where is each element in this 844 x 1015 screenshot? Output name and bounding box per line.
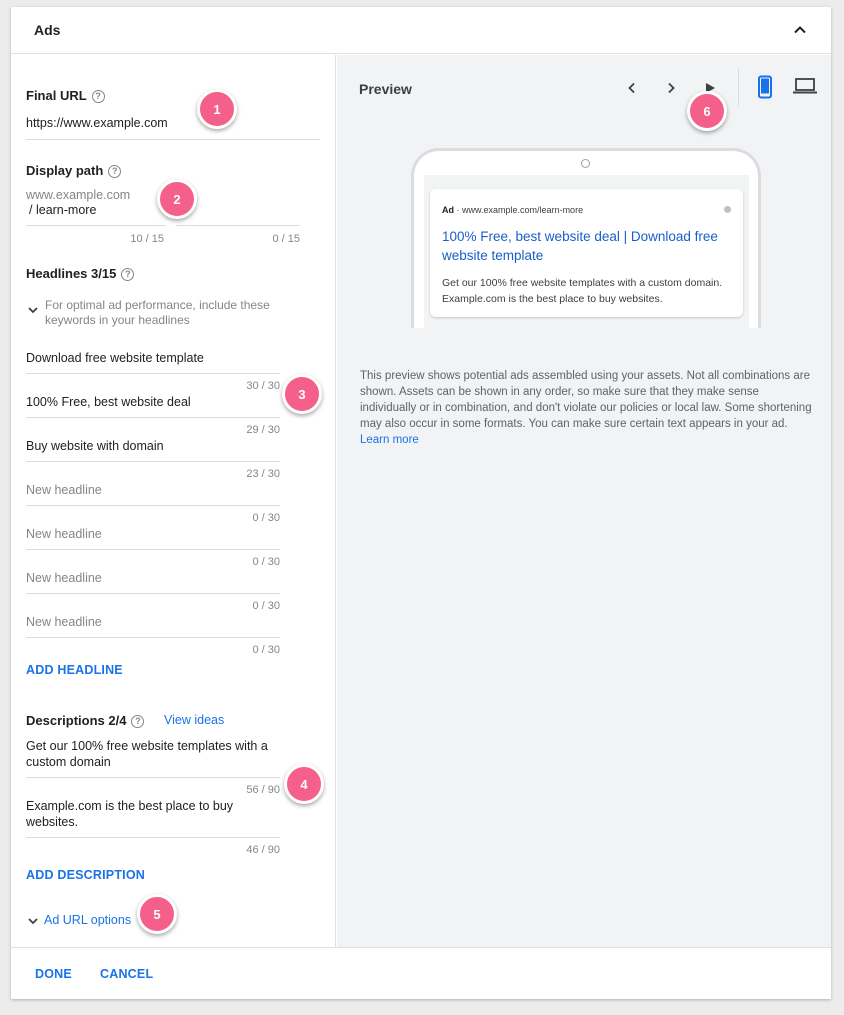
final-url-label: Final URL <box>26 88 87 103</box>
headline-input[interactable]: Buy website with domain <box>26 439 276 453</box>
preview-disclaimer: This preview shows potential ads assembl… <box>360 368 812 448</box>
ad-display-url: www.example.com/learn-more <box>462 205 584 215</box>
new-headline-input[interactable]: New headline <box>26 483 276 497</box>
preview-pane: Preview Ad · www.example.com/learn-more … <box>337 55 831 947</box>
mobile-device-icon[interactable] <box>757 75 773 99</box>
callout-badge-5: 5 <box>137 894 177 934</box>
learn-more-link[interactable]: Learn more <box>360 434 419 446</box>
headline-counter: 0 / 30 <box>252 512 280 524</box>
display-path-domain: www.example.com <box>26 188 131 202</box>
headline-counter: 0 / 30 <box>252 644 280 656</box>
keyword-tip[interactable]: For optimal ad performance, include thes… <box>45 298 315 328</box>
description-counter: 46 / 90 <box>246 844 280 856</box>
ad-display-line: Ad · www.example.com/learn-more <box>442 205 583 215</box>
headline-counter: 30 / 30 <box>246 380 280 392</box>
done-button[interactable]: DONE <box>35 967 72 981</box>
ad-preview-card[interactable]: Ad · www.example.com/learn-more 100% Fre… <box>430 189 743 317</box>
headline-counter: 0 / 30 <box>252 600 280 612</box>
callout-badge-3: 3 <box>282 374 322 414</box>
ad-description: Get our 100% free website templates with… <box>442 277 723 305</box>
add-description-button[interactable]: ADD DESCRIPTION <box>26 868 145 882</box>
chevron-left-icon[interactable] <box>625 81 639 95</box>
headline-counter: 23 / 30 <box>246 468 280 480</box>
panel-footer: DONE CANCEL <box>11 947 831 999</box>
display-path-1-value: learn-more <box>35 203 97 217</box>
final-url-heading: Final URL? <box>26 88 105 104</box>
descriptions-label: Descriptions 2/4 <box>26 713 127 728</box>
callout-badge-2: 2 <box>157 179 197 219</box>
headline-input[interactable]: 100% Free, best website deal <box>26 395 276 409</box>
callout-badge-4: 4 <box>284 764 324 804</box>
final-url-input[interactable]: https://www.example.com <box>26 116 316 130</box>
cancel-button[interactable]: CANCEL <box>100 967 153 981</box>
headline-input[interactable]: Download free website template <box>26 351 276 365</box>
chevron-right-icon[interactable] <box>664 81 678 95</box>
new-headline-input[interactable]: New headline <box>26 615 276 629</box>
help-icon[interactable]: ? <box>108 165 122 179</box>
display-path-1-counter: 10 / 15 <box>130 233 164 245</box>
display-path-1[interactable]: / learn-more <box>29 203 96 217</box>
display-path-label: Display path <box>26 163 104 178</box>
ad-headline[interactable]: 100% Free, best website deal | Download … <box>442 227 737 265</box>
chevron-down-icon[interactable] <box>27 304 39 316</box>
add-headline-button[interactable]: ADD HEADLINE <box>26 663 123 677</box>
chevron-down-icon[interactable] <box>27 915 39 927</box>
laptop-icon[interactable] <box>792 77 818 95</box>
descriptions-heading: Descriptions 2/4? <box>26 713 145 729</box>
preview-title: Preview <box>359 81 412 97</box>
panel-title: Ads <box>34 22 61 38</box>
display-path-heading: Display path? <box>26 163 122 179</box>
new-headline-input[interactable]: New headline <box>26 571 276 585</box>
description-input[interactable]: Get our 100% free website templates with… <box>26 738 284 770</box>
display-path-2-counter: 0 / 15 <box>272 233 300 245</box>
description-counter: 56 / 90 <box>246 784 280 796</box>
phone-preview-frame: Ad · www.example.com/learn-more 100% Fre… <box>411 148 761 328</box>
ad-label: Ad <box>442 205 454 215</box>
info-dot-icon <box>724 206 731 213</box>
headlines-label: Headlines 3/15 <box>26 266 117 281</box>
description-input[interactable]: Example.com is the best place to buy web… <box>26 798 256 830</box>
help-icon[interactable]: ? <box>121 268 135 282</box>
phone-screen: Ad · www.example.com/learn-more 100% Fre… <box>424 175 749 328</box>
headlines-heading: Headlines 3/15? <box>26 266 135 282</box>
callout-badge-1: 1 <box>197 89 237 129</box>
camera-icon <box>581 159 590 168</box>
ads-panel: Ads Final URL? https://www.example.com D… <box>11 7 831 999</box>
panel-header: Ads <box>11 7 831 54</box>
callout-badge-6: 6 <box>687 91 727 131</box>
ad-separator: · <box>456 205 460 215</box>
toolbar-divider <box>738 68 739 106</box>
new-headline-input[interactable]: New headline <box>26 527 276 541</box>
view-ideas-link[interactable]: View ideas <box>164 713 224 727</box>
ad-url-options-toggle[interactable]: Ad URL options <box>44 913 131 927</box>
preview-note-text: This preview shows potential ads assembl… <box>360 370 812 430</box>
display-path-separator: / <box>29 203 33 217</box>
help-icon[interactable]: ? <box>131 715 145 729</box>
help-icon[interactable]: ? <box>91 90 105 104</box>
chevron-up-icon[interactable] <box>791 21 809 39</box>
headline-counter: 0 / 30 <box>252 556 280 568</box>
headline-counter: 29 / 30 <box>246 424 280 436</box>
